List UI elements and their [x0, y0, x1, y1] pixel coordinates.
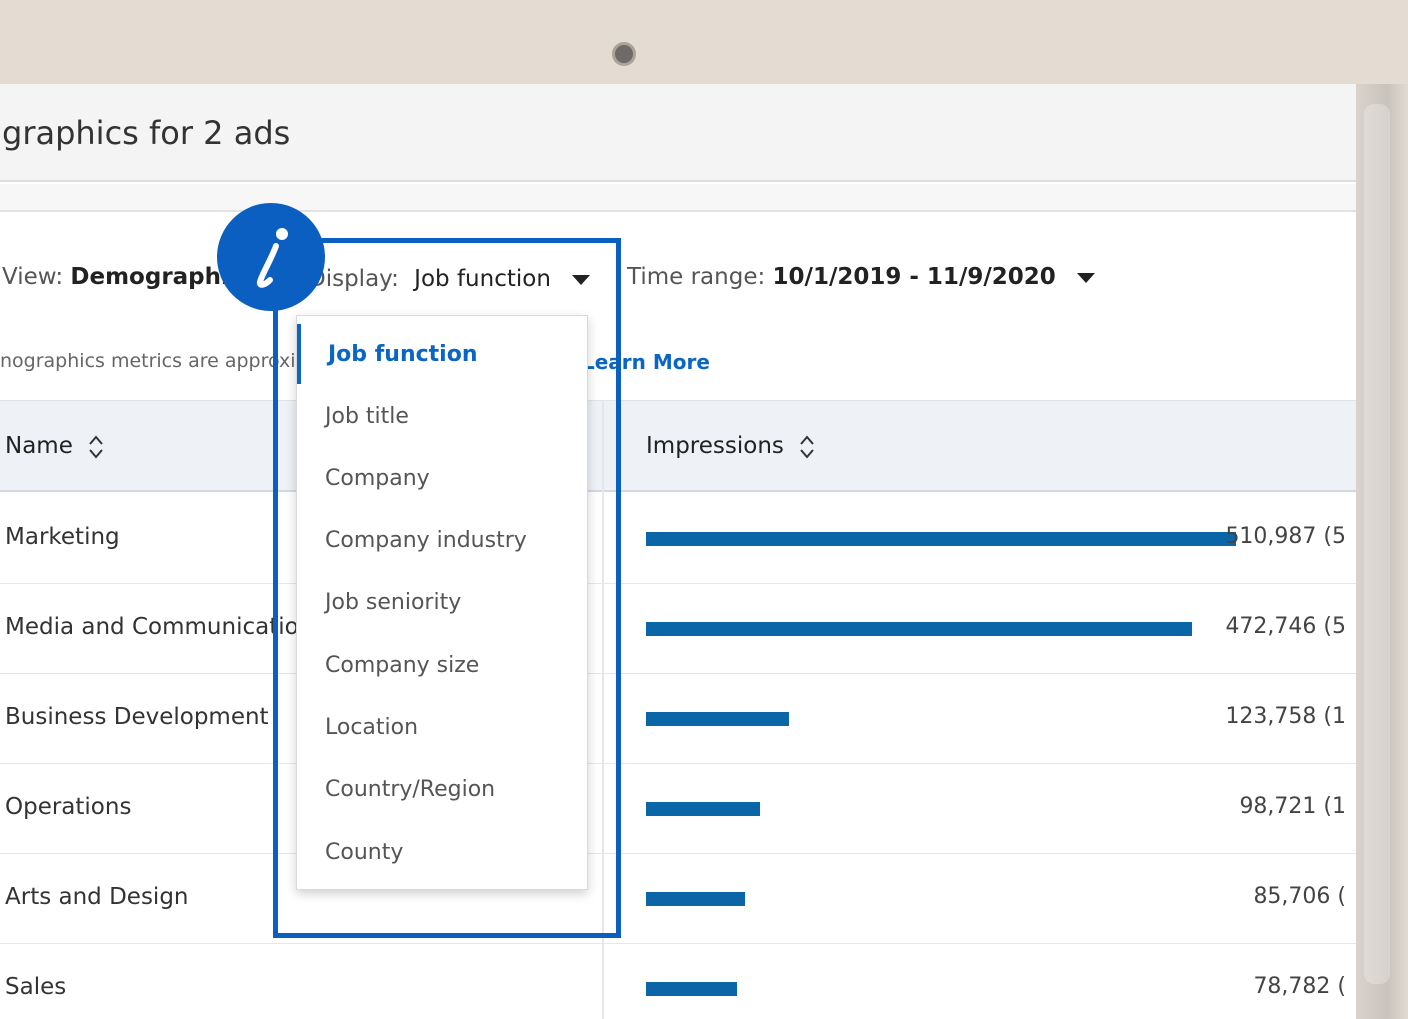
row-name: Operations	[5, 794, 132, 820]
time-range-label: Time range:	[627, 264, 766, 290]
metrics-note: nographics metrics are approxim	[0, 350, 315, 372]
impressions-bar	[646, 712, 789, 726]
row-name: Sales	[5, 974, 67, 1000]
highlight-box	[273, 238, 621, 938]
row-name: Business Development	[5, 704, 269, 730]
view-label: View:	[2, 264, 64, 290]
bezel-glare	[1364, 104, 1390, 984]
row-name: Arts and Design	[5, 884, 189, 910]
impressions-bar	[646, 802, 760, 816]
info-i-glyph	[256, 228, 288, 288]
row-impressions-value: 85,706 (	[1253, 884, 1346, 909]
time-range-caret-down-icon	[1077, 272, 1096, 283]
row-impressions-value: 472,746 (5	[1225, 614, 1346, 639]
impressions-header-label: Impressions	[646, 433, 784, 459]
impressions-column-header[interactable]: Impressions	[646, 433, 815, 460]
screen: graphics for 2 ads View: Demographics Di…	[0, 84, 1356, 1019]
time-range-value: 10/1/2019 - 11/9/2020	[772, 264, 1056, 290]
sort-icon	[800, 434, 814, 459]
impressions-bar	[646, 532, 1236, 546]
row-impressions-value: 98,721 (1	[1239, 794, 1346, 819]
name-header-label: Name	[5, 433, 73, 459]
impressions-bar	[646, 622, 1192, 636]
table-header: Name Impressions	[0, 400, 1356, 492]
table-row[interactable]: Operations 98,721 (1	[0, 764, 1356, 854]
name-column-header[interactable]: Name	[5, 433, 104, 460]
row-name: Marketing	[5, 524, 120, 550]
row-impressions-value: 510,987 (5	[1225, 524, 1346, 549]
table-row[interactable]: Marketing 510,987 (5	[0, 494, 1356, 584]
device-bezel-top	[0, 0, 1408, 84]
info-icon	[217, 203, 325, 311]
table-row[interactable]: Arts and Design 85,706 (	[0, 854, 1356, 944]
table-row[interactable]: Media and Communication 472,746 (5	[0, 584, 1356, 674]
row-impressions-value: 78,782 (	[1253, 974, 1346, 999]
table-row[interactable]: Business Development 123,758 (1	[0, 674, 1356, 764]
table-row[interactable]: Sales 78,782 (	[0, 944, 1356, 1019]
title-bar: graphics for 2 ads	[0, 84, 1356, 182]
impressions-bar	[646, 982, 737, 996]
time-range-filter[interactable]: Time range: 10/1/2019 - 11/9/2020	[627, 264, 1096, 304]
title-subbar	[0, 184, 1356, 212]
row-impressions-value: 123,758 (1	[1225, 704, 1346, 729]
sort-icon	[89, 434, 103, 459]
impressions-bar	[646, 892, 745, 906]
device-bezel-right	[1356, 84, 1408, 1019]
camera-icon	[612, 42, 636, 66]
row-name: Media and Communication	[5, 614, 314, 640]
page-title: graphics for 2 ads	[2, 114, 291, 152]
